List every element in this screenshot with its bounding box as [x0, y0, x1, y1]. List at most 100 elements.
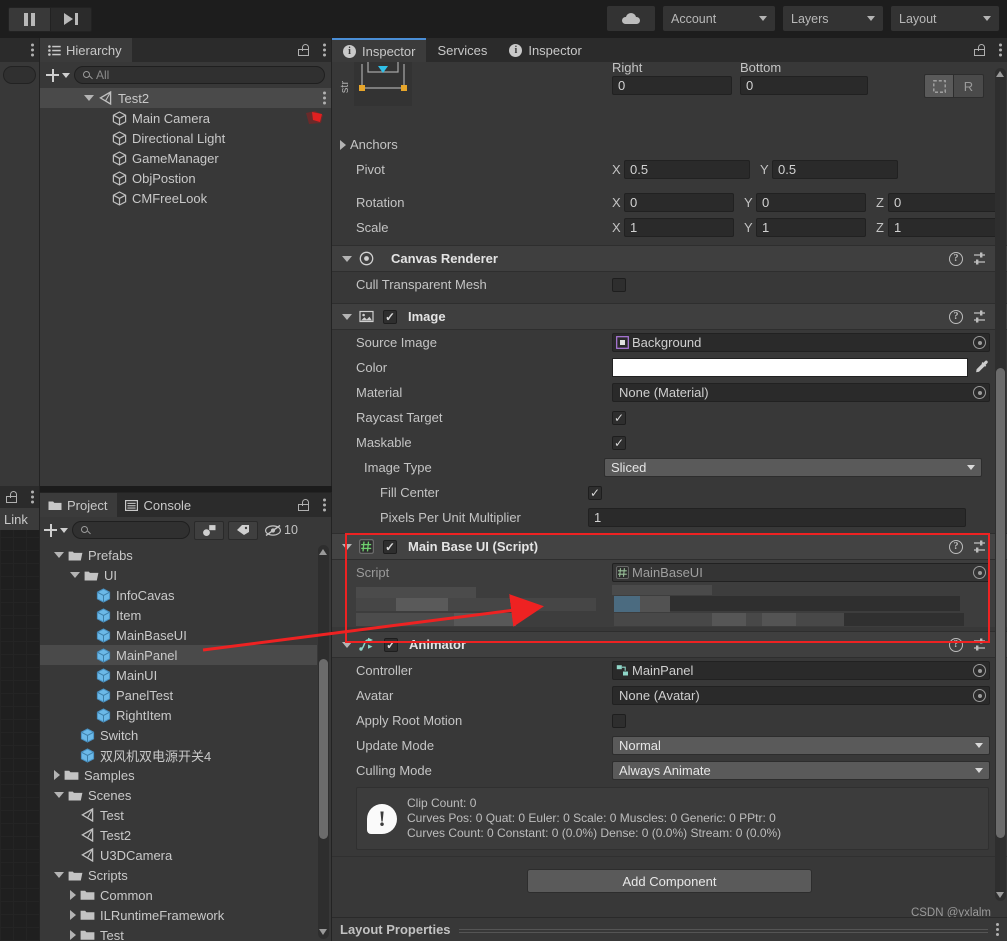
anchors-row[interactable]: Anchors — [332, 132, 1007, 157]
help-icon[interactable]: ? — [949, 309, 963, 324]
project-item-ui[interactable]: UI — [40, 565, 317, 585]
tab-link[interactable]: Link — [0, 508, 39, 530]
lock-icon[interactable] — [974, 44, 985, 56]
chevron-down-icon[interactable] — [54, 872, 64, 878]
project-search-input[interactable] — [72, 521, 190, 539]
layout-dropdown[interactable]: Layout — [891, 6, 999, 31]
source-image-field[interactable]: Background — [612, 333, 990, 352]
hierarchy-search-input[interactable]: All — [74, 66, 325, 84]
project-item-test[interactable]: Test — [40, 805, 317, 825]
project-item-scenes[interactable]: Scenes — [40, 785, 317, 805]
tab-project[interactable]: Project — [40, 493, 118, 517]
lock-icon[interactable] — [6, 491, 17, 503]
project-item-ilruntimeframework[interactable]: ILRuntimeFramework — [40, 905, 317, 925]
blueprint-mode-toggle[interactable] — [924, 74, 954, 98]
scale-y-input[interactable]: 1 — [756, 218, 866, 237]
help-icon[interactable]: ? — [949, 637, 963, 652]
scroll-up-arrow-icon[interactable] — [996, 69, 1005, 79]
scroll-down-arrow-icon[interactable] — [319, 927, 328, 937]
panel-menu-icon[interactable] — [323, 43, 326, 57]
project-item-common[interactable]: Common — [40, 885, 317, 905]
right-input[interactable]: 0 — [612, 76, 732, 95]
anchor-preset-preview[interactable] — [354, 62, 412, 106]
raycast-target-checkbox[interactable]: ✓ — [612, 410, 626, 425]
rotation-z-input[interactable]: 0 — [888, 193, 998, 212]
eyedropper-icon[interactable] — [974, 359, 991, 376]
raw-edit-mode-toggle[interactable]: R — [954, 74, 984, 98]
canvas-renderer-header[interactable]: Canvas Renderer ? — [332, 245, 1007, 272]
hidden-assets-indicator[interactable]: 10 — [262, 523, 300, 537]
project-item-mainbaseui[interactable]: MainBaseUI — [40, 625, 317, 645]
cull-transparent-mesh-checkbox[interactable] — [612, 277, 626, 292]
apply-root-motion-checkbox[interactable] — [612, 713, 626, 728]
add-component-button[interactable]: Add Component — [527, 869, 812, 893]
project-tree[interactable]: Prefabs UI InfoCavas Item MainBaseUI MainPane… — [40, 545, 317, 941]
tab-inspector[interactable]: i Inspector — [332, 38, 427, 62]
lock-icon[interactable] — [298, 499, 309, 511]
animator-header[interactable]: ✓ Animator ? — [332, 631, 1007, 658]
pivot-x-input[interactable]: 0.5 — [624, 160, 750, 179]
project-item-双风机双电源开关4[interactable]: 双风机双电源开关4 — [40, 745, 317, 765]
animator-enabled-checkbox[interactable]: ✓ — [384, 637, 398, 652]
hierarchy-item-test2[interactable]: Test2 — [40, 88, 331, 108]
panel-menu-icon[interactable] — [31, 490, 34, 504]
layout-properties-menu-icon[interactable] — [996, 923, 999, 936]
panel-menu-icon[interactable] — [323, 498, 326, 512]
main-base-ui-enabled-checkbox[interactable]: ✓ — [383, 539, 397, 554]
help-icon[interactable]: ? — [949, 251, 963, 266]
inspector-scrollbar[interactable] — [995, 68, 1006, 901]
update-mode-dropdown[interactable]: Normal — [612, 736, 990, 755]
image-enabled-checkbox[interactable]: ✓ — [383, 309, 397, 324]
object-picker-icon[interactable] — [973, 386, 986, 399]
hierarchy-tree[interactable]: Test2 Main Camera Directional Light GameMan… — [40, 88, 331, 486]
project-item-mainui[interactable]: MainUI — [40, 665, 317, 685]
project-item-test2[interactable]: Test2 — [40, 825, 317, 845]
project-item-test[interactable]: Test — [40, 925, 317, 941]
rotation-y-input[interactable]: 0 — [756, 193, 866, 212]
hierarchy-item-directional-light[interactable]: Directional Light — [40, 128, 331, 148]
hierarchy-item-objpostion[interactable]: ObjPostion — [40, 168, 331, 188]
fill-center-checkbox[interactable]: ✓ — [588, 485, 602, 500]
pivot-y-input[interactable]: 0.5 — [772, 160, 898, 179]
project-item-u3dcamera[interactable]: U3DCamera — [40, 845, 317, 865]
panel-menu-icon[interactable] — [31, 43, 34, 57]
object-picker-icon[interactable] — [973, 689, 986, 702]
maskable-checkbox[interactable]: ✓ — [612, 435, 626, 450]
project-scrollbar-thumb[interactable] — [319, 659, 328, 839]
chevron-down-icon[interactable] — [84, 95, 94, 101]
material-field[interactable]: None (Material) — [612, 383, 990, 402]
create-object-button[interactable] — [46, 68, 70, 82]
project-item-paneltest[interactable]: PanelTest — [40, 685, 317, 705]
tab-inspector-secondary[interactable]: i Inspector — [498, 38, 592, 62]
filter-by-type-button[interactable] — [194, 520, 224, 540]
step-button[interactable] — [50, 6, 92, 32]
item-menu-icon[interactable] — [323, 91, 326, 105]
pause-button[interactable] — [8, 6, 50, 32]
project-item-mainpanel[interactable]: MainPanel — [40, 645, 317, 665]
image-component-header[interactable]: ✓ Image ? — [332, 303, 1007, 330]
bottom-input[interactable]: 0 — [740, 76, 868, 95]
chevron-down-icon[interactable] — [70, 572, 80, 578]
layout-properties-section[interactable]: Layout Properties — [332, 917, 1007, 941]
scale-x-input[interactable]: 1 — [624, 218, 734, 237]
tab-hierarchy[interactable]: Hierarchy — [40, 38, 132, 62]
controller-field[interactable]: MainPanel — [612, 661, 990, 680]
lock-icon[interactable] — [298, 44, 309, 56]
project-item-infocavas[interactable]: InfoCavas — [40, 585, 317, 605]
panel-menu-icon[interactable] — [999, 43, 1002, 57]
cloud-button[interactable] — [607, 6, 655, 31]
project-item-prefabs[interactable]: Prefabs — [40, 545, 317, 565]
hierarchy-item-main-camera[interactable]: Main Camera — [40, 108, 331, 128]
create-asset-button[interactable] — [44, 523, 68, 537]
tab-services[interactable]: Services — [426, 38, 498, 62]
scroll-down-arrow-icon[interactable] — [996, 890, 1005, 900]
scale-z-input[interactable]: 1 — [888, 218, 998, 237]
color-swatch[interactable] — [612, 358, 968, 377]
chevron-down-icon[interactable] — [54, 792, 64, 798]
layers-dropdown[interactable]: Layers — [783, 6, 883, 31]
script-field[interactable]: MainBaseUI — [612, 563, 990, 582]
chevron-right-icon[interactable] — [70, 910, 76, 920]
avatar-field[interactable]: None (Avatar) — [612, 686, 990, 705]
project-item-rightitem[interactable]: RightItem — [40, 705, 317, 725]
project-scrollbar[interactable] — [318, 545, 329, 939]
